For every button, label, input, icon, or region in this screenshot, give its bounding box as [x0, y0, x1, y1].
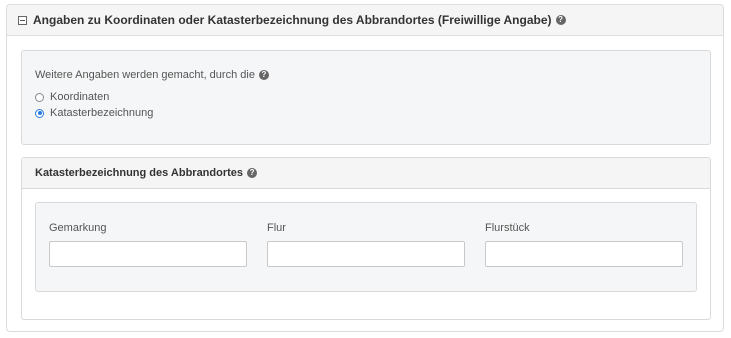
- flurstueck-label: Flurstück: [485, 222, 530, 234]
- radio-option-katasterbezeichnung[interactable]: Katasterbezeichnung: [35, 107, 153, 119]
- kataster-panel-header: Katasterbezeichnung des Abbrandortes ?: [22, 158, 710, 189]
- method-question: Weitere Angaben werden gemacht, durch di…: [35, 69, 269, 81]
- method-choice-box: Weitere Angaben werden gemacht, durch di…: [21, 50, 711, 145]
- help-icon[interactable]: ?: [555, 15, 566, 25]
- gemarkung-label: Gemarkung: [49, 222, 107, 234]
- flurstueck-field-group: Flurstück: [485, 222, 683, 267]
- help-icon[interactable]: ?: [258, 70, 269, 80]
- radio-label-koordinaten[interactable]: Koordinaten: [50, 91, 109, 103]
- coordinates-panel-title: Angaben zu Koordinaten oder Katasterbeze…: [33, 13, 552, 27]
- radio-label-katasterbezeichnung[interactable]: Katasterbezeichnung: [50, 107, 153, 119]
- flur-label: Flur: [267, 222, 286, 234]
- radio-button-katasterbezeichnung[interactable]: [35, 108, 44, 118]
- flur-field-group: Flur: [267, 222, 465, 267]
- coordinates-panel-header[interactable]: Angaben zu Koordinaten oder Katasterbeze…: [7, 5, 723, 36]
- kataster-panel-title: Katasterbezeichnung des Abbrandortes: [35, 167, 244, 179]
- radio-button-koordinaten[interactable]: [35, 92, 44, 102]
- coordinates-panel: Angaben zu Koordinaten oder Katasterbeze…: [6, 4, 724, 332]
- flurstueck-input[interactable]: [485, 241, 683, 267]
- help-icon[interactable]: ?: [247, 168, 258, 178]
- flur-input[interactable]: [267, 241, 465, 267]
- gemarkung-field-group: Gemarkung: [49, 222, 247, 267]
- kataster-fields-box: Gemarkung Flur Flurstück: [35, 202, 697, 292]
- method-question-label: Weitere Angaben werden gemacht, durch di…: [35, 69, 255, 81]
- gemarkung-input[interactable]: [49, 241, 247, 267]
- radio-option-koordinaten[interactable]: Koordinaten: [35, 91, 109, 103]
- kataster-panel: Katasterbezeichnung des Abbrandortes ? G…: [21, 157, 711, 320]
- collapse-toggle-icon[interactable]: [18, 15, 27, 25]
